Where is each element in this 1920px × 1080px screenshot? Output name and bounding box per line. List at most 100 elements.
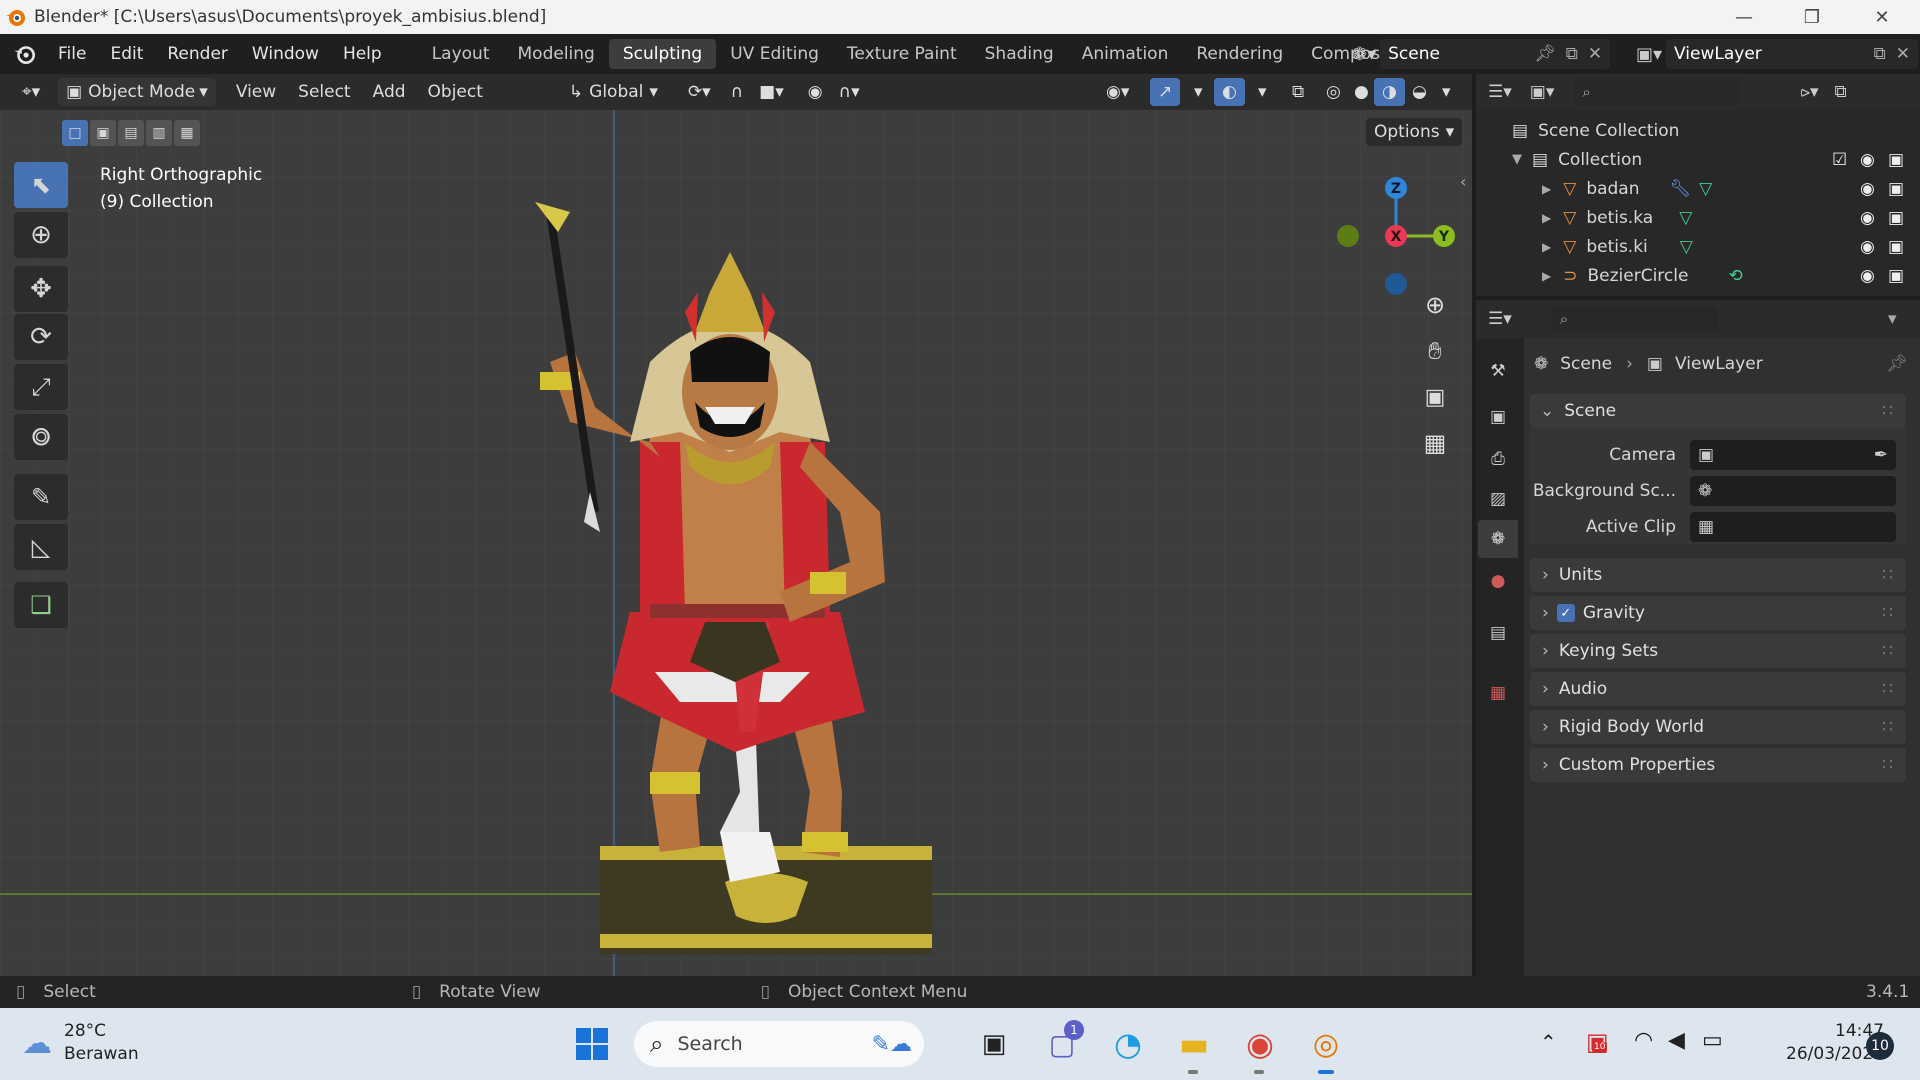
menu-object[interactable]: Object: [420, 78, 491, 106]
tab-scene-properties[interactable]: ❁: [1478, 520, 1518, 558]
outliner-item[interactable]: ▶ ▽ badan 🔧︎ ▽ ◉ ▣: [1476, 174, 1920, 203]
start-button[interactable]: [572, 1024, 612, 1064]
edge-browser-button[interactable]: ◔: [1108, 1024, 1148, 1064]
drag-handle-icon[interactable]: ∷: [1882, 603, 1893, 623]
taskbar-search-box[interactable]: ⌕ Search ✎☁: [634, 1021, 924, 1067]
gizmo-neg-y-handle[interactable]: [1337, 225, 1359, 247]
eye-icon[interactable]: ◉: [1860, 266, 1875, 286]
close-button[interactable]: ✕: [1852, 0, 1912, 34]
tab-view-layer-properties[interactable]: ▨: [1478, 480, 1518, 518]
filter-icon[interactable]: ⪧▾: [1800, 82, 1818, 102]
volume-icon[interactable]: ◀: [1668, 1028, 1685, 1053]
snap-toggle[interactable]: ∩: [723, 78, 751, 106]
select-extend-button[interactable]: ▣: [90, 120, 116, 146]
chevron-down-icon[interactable]: ▾: [1888, 309, 1897, 329]
tab-rendering[interactable]: Rendering: [1182, 39, 1297, 69]
character-model[interactable]: [480, 192, 980, 972]
scene-selector[interactable]: ❁▾ Scene 📌︎ ⧉ ✕: [1352, 39, 1611, 69]
gizmo-toggle[interactable]: ↗: [1150, 78, 1181, 106]
rotate-tool[interactable]: ⟳: [14, 314, 68, 360]
outliner-scene-collection[interactable]: ▤ Scene Collection: [1476, 116, 1920, 145]
tab-tool-properties[interactable]: ⚒: [1478, 352, 1518, 390]
eyedropper-icon[interactable]: ✒: [1874, 445, 1888, 465]
tab-world-properties[interactable]: ●: [1478, 562, 1518, 600]
camera-view-button[interactable]: ▣: [1414, 376, 1456, 418]
eye-icon[interactable]: ◉: [1860, 179, 1875, 199]
orientation-dropdown[interactable]: ↳ Global ▾: [561, 78, 666, 106]
task-view-button[interactable]: ▣: [974, 1024, 1014, 1064]
3d-viewport[interactable]: ⌖▾ ▣ Object Mode ▾ View Select Add Objec…: [0, 74, 1472, 976]
notification-badge[interactable]: 10: [1866, 1032, 1894, 1060]
eye-icon[interactable]: ◉: [1860, 208, 1875, 228]
display-mode-icon[interactable]: ▣▾: [1530, 82, 1555, 102]
blender-menu-icon[interactable]: [12, 41, 38, 67]
tab-texture-properties[interactable]: ▦: [1478, 674, 1518, 712]
annotate-tool[interactable]: ✎: [14, 474, 68, 520]
mode-dropdown[interactable]: ▣ Object Mode ▾: [58, 78, 216, 106]
new-scene-icon[interactable]: ⧉: [1566, 44, 1578, 64]
options-dropdown[interactable]: Options ▾: [1366, 118, 1463, 146]
background-scene-field[interactable]: ❁: [1690, 476, 1896, 506]
camera-icon[interactable]: ▣: [1888, 179, 1904, 199]
outliner-collection[interactable]: ▼ ▤ Collection ☑ ◉ ▣: [1476, 145, 1920, 174]
teams-chat-button[interactable]: ▢ 1: [1042, 1020, 1084, 1064]
pin-icon[interactable]: 📌︎: [1886, 354, 1908, 374]
battery-icon[interactable]: ▭: [1702, 1028, 1723, 1053]
move-tool[interactable]: ✥: [14, 266, 68, 312]
expand-arrow-icon[interactable]: ▶: [1542, 182, 1551, 196]
outliner-editor-type-icon[interactable]: ☰▾: [1488, 82, 1512, 102]
outliner-item[interactable]: ▶ ⊃ BezierCircle ⟲ ◉ ▣: [1476, 261, 1920, 290]
properties-search-input[interactable]: ⌕: [1551, 306, 1718, 332]
eye-icon[interactable]: ◉: [1860, 237, 1875, 257]
drag-handle-icon[interactable]: ∷: [1882, 755, 1893, 775]
tab-output-properties[interactable]: ⎙: [1478, 440, 1518, 478]
scene-panel-header[interactable]: ⌄ Scene ∷: [1530, 394, 1906, 428]
menu-select[interactable]: Select: [290, 78, 358, 106]
pin-icon[interactable]: 📌︎: [1534, 44, 1556, 64]
rigid-body-world-panel-header[interactable]: › Rigid Body World ∷: [1530, 710, 1906, 744]
camera-field[interactable]: ▣ ✒: [1690, 440, 1896, 470]
new-viewlayer-icon[interactable]: ⧉: [1874, 44, 1886, 64]
outliner-item[interactable]: ▶ ▽ betis.ki ▽ ◉ ▣: [1476, 232, 1920, 261]
menu-add[interactable]: Add: [365, 78, 414, 106]
wireframe-shading-button[interactable]: ◎: [1318, 78, 1349, 106]
gizmo-dropdown[interactable]: ▾: [1186, 78, 1211, 106]
tab-sculpting[interactable]: Sculpting: [608, 39, 717, 69]
shading-dropdown[interactable]: ▾: [1434, 78, 1459, 106]
visibility-dropdown[interactable]: ◉▾: [1098, 78, 1137, 106]
tab-render-properties[interactable]: ▣: [1478, 398, 1518, 436]
units-panel-header[interactable]: › Units ∷: [1530, 558, 1906, 592]
measure-tool[interactable]: ◺: [14, 524, 68, 570]
camera-icon[interactable]: ▣: [1888, 237, 1904, 257]
navigation-gizmo[interactable]: Z Y X: [1326, 166, 1466, 306]
wifi-icon[interactable]: ◠: [1634, 1028, 1653, 1053]
eye-icon[interactable]: ◉: [1860, 150, 1875, 170]
new-collection-icon[interactable]: ⧉: [1835, 82, 1847, 102]
snap-target-dropdown[interactable]: ■▾: [751, 78, 792, 106]
camera-icon[interactable]: ▣: [1888, 208, 1904, 228]
audio-panel-header[interactable]: › Audio ∷: [1530, 672, 1906, 706]
tab-shading[interactable]: Shading: [971, 39, 1068, 69]
tab-collection-properties[interactable]: ▤: [1478, 614, 1518, 652]
gravity-panel-header[interactable]: › ✓ Gravity ∷: [1530, 596, 1906, 630]
overlay-dropdown[interactable]: ▾: [1250, 78, 1275, 106]
custom-properties-panel-header[interactable]: › Custom Properties ∷: [1530, 748, 1906, 782]
active-clip-field[interactable]: ▦: [1690, 512, 1896, 542]
outliner-item[interactable]: ▶ ▽ betis.ka ▽ ◉ ▣: [1476, 203, 1920, 232]
tab-uv-editing[interactable]: UV Editing: [716, 39, 833, 69]
sidebar-toggle-icon[interactable]: ‹: [1460, 172, 1466, 191]
delete-viewlayer-icon[interactable]: ✕: [1896, 44, 1910, 64]
tab-modeling[interactable]: Modeling: [504, 39, 609, 69]
pivot-dropdown[interactable]: ⟳▾: [680, 78, 719, 106]
viewlayer-selector[interactable]: ▣▾ ViewLayer ⧉ ✕: [1636, 39, 1919, 69]
material-shading-button[interactable]: ◑: [1374, 78, 1405, 106]
gravity-checkbox[interactable]: ✓: [1556, 604, 1575, 622]
select-box-tool[interactable]: ⬉: [14, 162, 68, 208]
editor-type-button[interactable]: ⌖▾: [14, 78, 48, 106]
zoom-button[interactable]: ⊕: [1414, 284, 1456, 326]
menu-file[interactable]: File: [46, 44, 98, 64]
transform-tool[interactable]: ⭗: [14, 414, 68, 460]
menu-edit[interactable]: Edit: [98, 44, 155, 64]
file-explorer-button[interactable]: ▬: [1174, 1024, 1214, 1064]
properties-editor-type-icon[interactable]: ☰▾: [1488, 309, 1512, 329]
